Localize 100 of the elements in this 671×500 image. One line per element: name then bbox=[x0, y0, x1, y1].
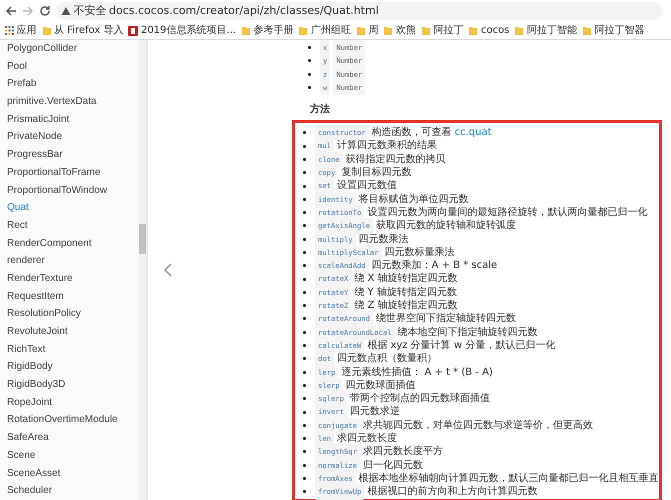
bookmark[interactable]: 参考手册 bbox=[240, 23, 294, 38]
method-description: 四元数乘加：A + B * scale bbox=[372, 259, 498, 272]
method-description: 四元数球面插值 bbox=[346, 378, 416, 392]
folder-icon bbox=[514, 26, 524, 36]
sidebar-item[interactable]: PrismaticJoint bbox=[0, 110, 139, 128]
warning-icon bbox=[61, 6, 71, 16]
method-description: 获取四元数的旋转轴和旋转弧度 bbox=[376, 219, 516, 233]
bullet-icon bbox=[303, 171, 306, 174]
bullet-icon bbox=[303, 450, 306, 454]
folder-icon bbox=[420, 26, 431, 36]
sidebar-item[interactable]: RichText bbox=[0, 340, 139, 358]
bookmark[interactable]: 阿拉丁智能 bbox=[514, 23, 577, 38]
sidebar-item[interactable]: SafeArea bbox=[0, 429, 139, 447]
bullet-icon bbox=[303, 290, 306, 294]
method-description: 设置四元数值 bbox=[336, 179, 397, 193]
back-icon[interactable] bbox=[5, 5, 17, 17]
sidebar-item[interactable]: Pool bbox=[0, 58, 139, 76]
sidebar-item[interactable]: PolygonCollider bbox=[0, 40, 139, 58]
method-description: 四元数标量乘法 bbox=[384, 246, 455, 260]
bullet-icon bbox=[303, 464, 306, 467]
bullet-icon bbox=[303, 330, 306, 334]
sidebar-item[interactable]: ResolutionPolicy bbox=[0, 305, 139, 323]
method-description: 绕 Z 轴旋转指定四元数 bbox=[354, 299, 458, 312]
bookmark[interactable]: 应用 bbox=[5, 23, 36, 38]
bullet-icon bbox=[303, 317, 306, 320]
folder-icon bbox=[356, 26, 366, 36]
sidebar-item[interactable]: RenderComponent bbox=[0, 234, 139, 252]
method-link[interactable]: cc.quat bbox=[454, 126, 492, 140]
method-description: 绕 Y 轴旋转指定四元数 bbox=[354, 286, 457, 300]
sidebar-item[interactable]: RigidBody bbox=[0, 358, 139, 376]
sidebar-item[interactable]: renderer bbox=[0, 252, 139, 270]
folder-icon bbox=[468, 26, 478, 36]
sidebar-item[interactable]: RequestItem bbox=[0, 288, 139, 306]
bullet-icon bbox=[303, 437, 306, 440]
bullet-icon bbox=[308, 46, 311, 50]
bookmark[interactable]: cocos bbox=[468, 23, 510, 38]
sidebar-item[interactable]: Rect bbox=[0, 216, 139, 235]
apps-grid-icon bbox=[5, 26, 14, 35]
sidebar-item[interactable]: ProportionalToFrame bbox=[0, 164, 139, 182]
bullet-icon bbox=[308, 72, 311, 76]
bullet-icon bbox=[303, 144, 306, 148]
sidebar-item[interactable]: Prefab bbox=[0, 75, 139, 94]
address-bar[interactable]: 不安全 docs.cocos.com/creator/api/zh/classes/Quat.html bbox=[56, 2, 662, 20]
method-description: 计算四元数乘积的结果 bbox=[336, 139, 437, 153]
url-text: docs.cocos.com/creator/api/zh/classes/Quat.html bbox=[109, 2, 379, 19]
method-description: 求共轭四元数，对单位四元数与求逆等价，但更高效 bbox=[362, 418, 593, 432]
method-description: 绕 X 轴旋转指定四元数 bbox=[354, 272, 458, 286]
method-description: 绕本地空间下指定轴旋转四元数 bbox=[398, 326, 538, 339]
bullet-icon bbox=[303, 278, 306, 281]
method-description: 将目标赋值为单位四元数 bbox=[358, 192, 469, 206]
method-description: 求四元数长度 bbox=[336, 432, 397, 446]
bullet-icon bbox=[303, 238, 306, 241]
scrollbar-thumb[interactable] bbox=[139, 224, 146, 254]
folder-icon bbox=[298, 26, 308, 36]
bookmark[interactable]: 从 Firefox 导入 bbox=[42, 23, 124, 38]
bookmark[interactable]: 广州组旺 bbox=[298, 23, 351, 38]
bullet-icon bbox=[303, 357, 306, 360]
folder-icon bbox=[240, 26, 251, 36]
sidebar-item[interactable]: RigidBody3D bbox=[0, 376, 139, 394]
method-description: 根据本地坐标轴朝向计算四元数，默认三向量都已归一化且相互垂直 bbox=[358, 472, 659, 486]
bullet-icon bbox=[303, 370, 306, 374]
sidebar-item[interactable]: Scheduler bbox=[0, 482, 139, 500]
bullet-icon bbox=[308, 59, 311, 62]
folder-icon bbox=[383, 26, 394, 36]
bookmark[interactable]: 阿拉丁 bbox=[420, 23, 464, 38]
site-icon bbox=[128, 26, 138, 36]
forward-icon[interactable] bbox=[22, 5, 34, 17]
bookmark[interactable]: 2019信息系统项目... bbox=[128, 23, 236, 38]
method-description: 绕世界空间下指定轴旋转四元数 bbox=[376, 312, 516, 326]
bullet-icon bbox=[303, 198, 306, 201]
method-description: 获得指定四元数的拷贝 bbox=[346, 152, 446, 166]
sidebar-item[interactable]: RopeJoint bbox=[0, 394, 139, 412]
method-description: 构造函数，可查看 bbox=[372, 126, 452, 140]
bullet-icon bbox=[303, 490, 306, 494]
sidebar-item[interactable]: RotationOvertimeModule bbox=[0, 411, 139, 430]
sidebar-item[interactable]: ProportionalToWindow bbox=[0, 182, 139, 200]
bullet-icon bbox=[303, 397, 306, 400]
bookmark[interactable]: 欢熊 bbox=[383, 23, 416, 38]
reload-icon[interactable] bbox=[39, 5, 51, 17]
sidebar-item[interactable]: PrivateNode bbox=[0, 128, 139, 146]
bullet-icon bbox=[303, 424, 306, 427]
sidebar-item[interactable]: primitive.VertexData bbox=[0, 93, 139, 111]
bullet-icon bbox=[303, 224, 306, 228]
sidebar-item[interactable]: Scene bbox=[0, 446, 139, 464]
folder-icon bbox=[582, 26, 592, 36]
bookmark[interactable]: 周 bbox=[356, 23, 378, 38]
bullet-icon bbox=[303, 184, 306, 188]
sidebar-item[interactable]: RenderTexture bbox=[0, 270, 139, 288]
section-heading: 方法 bbox=[310, 102, 331, 118]
chevron-left-icon[interactable] bbox=[164, 263, 173, 277]
bookmark[interactable]: 阿拉丁智器 bbox=[582, 23, 644, 38]
sidebar-item[interactable]: Quat bbox=[0, 199, 139, 217]
scrollbar[interactable] bbox=[139, 40, 147, 500]
bullet-icon bbox=[303, 131, 306, 134]
bullet-icon bbox=[303, 264, 306, 268]
sidebar-item[interactable]: ProgressBar bbox=[0, 146, 139, 164]
sidebar-item[interactable]: RevoluteJoint bbox=[0, 323, 139, 341]
method-description: 求四元数长度平方 bbox=[362, 445, 443, 459]
method-description: 归一化四元数 bbox=[362, 458, 423, 472]
sidebar-item[interactable]: SceneAsset bbox=[0, 464, 139, 482]
